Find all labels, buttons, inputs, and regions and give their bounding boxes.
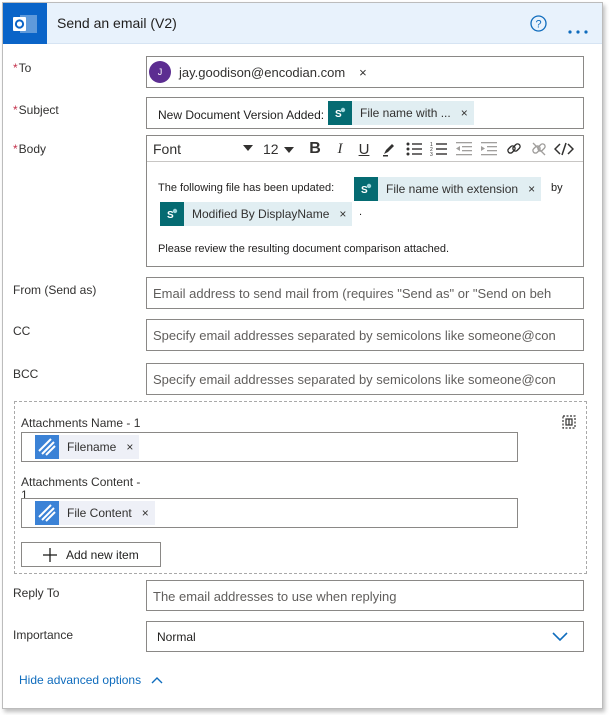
body-file-token[interactable]: S File name with extension ×: [354, 177, 542, 201]
svg-text:3: 3: [430, 152, 433, 157]
action-header[interactable]: Send an email (V2) ?: [3, 3, 602, 44]
sharepoint-icon: S: [354, 177, 378, 201]
to-label: *To: [13, 61, 32, 75]
underline-button[interactable]: U: [354, 139, 374, 159]
body-by-text: by: [551, 182, 563, 194]
token-label: File Content: [67, 506, 132, 520]
filename-token[interactable]: Filename ×: [35, 435, 140, 459]
subject-prefix: New Document Version Added:: [158, 108, 325, 122]
recipient-chip: J jay.goodison@encodian.com ×: [149, 60, 367, 84]
remove-token-icon[interactable]: ×: [528, 182, 535, 196]
bullet-list-icon[interactable]: [404, 139, 424, 159]
reply-to-input[interactable]: The email addresses to use when replying: [146, 580, 584, 611]
reply-to-placeholder: The email addresses to use when replying: [153, 589, 397, 604]
cc-label: CC: [13, 324, 31, 338]
file-content-token[interactable]: File Content ×: [35, 501, 155, 525]
body-line-1: The following file has been updated:: [158, 182, 335, 194]
remove-token-icon[interactable]: ×: [461, 106, 468, 120]
action-title: Send an email (V2): [57, 15, 177, 31]
reply-to-label: Reply To: [13, 586, 60, 600]
importance-label: Importance: [13, 628, 74, 642]
token-label: File name with extension: [386, 182, 519, 196]
sharepoint-icon: S: [328, 101, 352, 125]
numbered-list-icon[interactable]: 123: [429, 139, 449, 159]
subject-label: *Subject: [13, 103, 59, 117]
attachment-name-label: Attachments Name - 1: [21, 416, 141, 430]
avatar: J: [149, 61, 171, 83]
from-input[interactable]: Email address to send mail from (require…: [146, 277, 584, 309]
chevron-down-icon: [552, 632, 568, 642]
font-dropdown[interactable]: Font: [153, 141, 253, 157]
outlook-icon: [3, 3, 47, 44]
add-new-item-button[interactable]: Add new item: [21, 542, 161, 567]
encodian-icon: [35, 435, 59, 459]
attachments-group: Attachments Name - 1 Filename × Attachme…: [14, 401, 587, 574]
cc-placeholder: Specify email addresses separated by sem…: [153, 328, 556, 343]
bcc-placeholder: Specify email addresses separated by sem…: [153, 372, 556, 387]
chevron-down-icon: [243, 145, 253, 151]
body-editor[interactable]: Font 12 B I U 123 The following file has…: [146, 135, 584, 267]
font-size-dropdown[interactable]: 12: [263, 141, 295, 157]
remove-token-icon[interactable]: ×: [339, 207, 346, 221]
bold-button[interactable]: B: [305, 139, 325, 159]
increase-indent-icon[interactable]: [479, 139, 499, 159]
token-label: File name with ...: [360, 106, 451, 120]
unlink-icon[interactable]: [529, 139, 549, 159]
to-field[interactable]: J jay.goodison@encodian.com ×: [146, 56, 584, 88]
attachment-content-input[interactable]: File Content ×: [21, 498, 518, 528]
link-icon[interactable]: [504, 139, 524, 159]
highlight-icon[interactable]: [379, 139, 399, 159]
cc-input[interactable]: Specify email addresses separated by sem…: [146, 319, 584, 351]
bcc-input[interactable]: Specify email addresses separated by sem…: [146, 363, 584, 395]
recipient-email: jay.goodison@encodian.com: [179, 64, 346, 80]
from-label: From (Send as): [13, 283, 97, 297]
more-horizontal-icon[interactable]: [567, 22, 589, 34]
svg-text:?: ?: [535, 19, 541, 31]
action-card: Send an email (V2) ? *To J jay.goodison@…: [2, 2, 603, 709]
remove-recipient-icon[interactable]: ×: [359, 65, 367, 80]
importance-dropdown[interactable]: Normal: [146, 621, 584, 652]
sharepoint-icon: S: [160, 202, 184, 226]
plus-icon: [43, 547, 57, 562]
encodian-icon: [35, 501, 59, 525]
token-label: Modified By DisplayName: [192, 207, 330, 221]
from-placeholder: Email address to send mail from (require…: [153, 286, 552, 301]
hide-advanced-options-link[interactable]: Hide advanced options: [19, 673, 163, 687]
remove-token-icon[interactable]: ×: [126, 440, 133, 454]
body-label: *Body: [13, 142, 47, 156]
rich-text-toolbar: Font 12 B I U 123: [147, 136, 583, 162]
add-new-item-label: Add new item: [66, 547, 139, 562]
body-line-3: Please review the resulting document com…: [158, 243, 450, 255]
body-period: .: [359, 206, 363, 218]
code-view-icon[interactable]: [554, 139, 574, 159]
attachment-name-input[interactable]: Filename ×: [21, 432, 518, 462]
help-circle-icon[interactable]: ?: [529, 14, 548, 33]
chevron-up-icon: [151, 677, 163, 684]
body-modified-token[interactable]: S Modified By DisplayName ×: [160, 202, 353, 226]
importance-value: Normal: [157, 630, 196, 644]
remove-token-icon[interactable]: ×: [142, 506, 149, 520]
bcc-label: BCC: [13, 367, 39, 381]
switch-to-array-icon[interactable]: [561, 414, 577, 435]
chevron-down-icon: [284, 147, 295, 153]
decrease-indent-icon[interactable]: [454, 139, 474, 159]
subject-field[interactable]: New Document Version Added: S File name …: [146, 97, 584, 129]
token-label: Filename: [67, 440, 117, 454]
subject-file-token[interactable]: S File name with ... ×: [328, 101, 474, 125]
italic-button[interactable]: I: [330, 139, 350, 159]
